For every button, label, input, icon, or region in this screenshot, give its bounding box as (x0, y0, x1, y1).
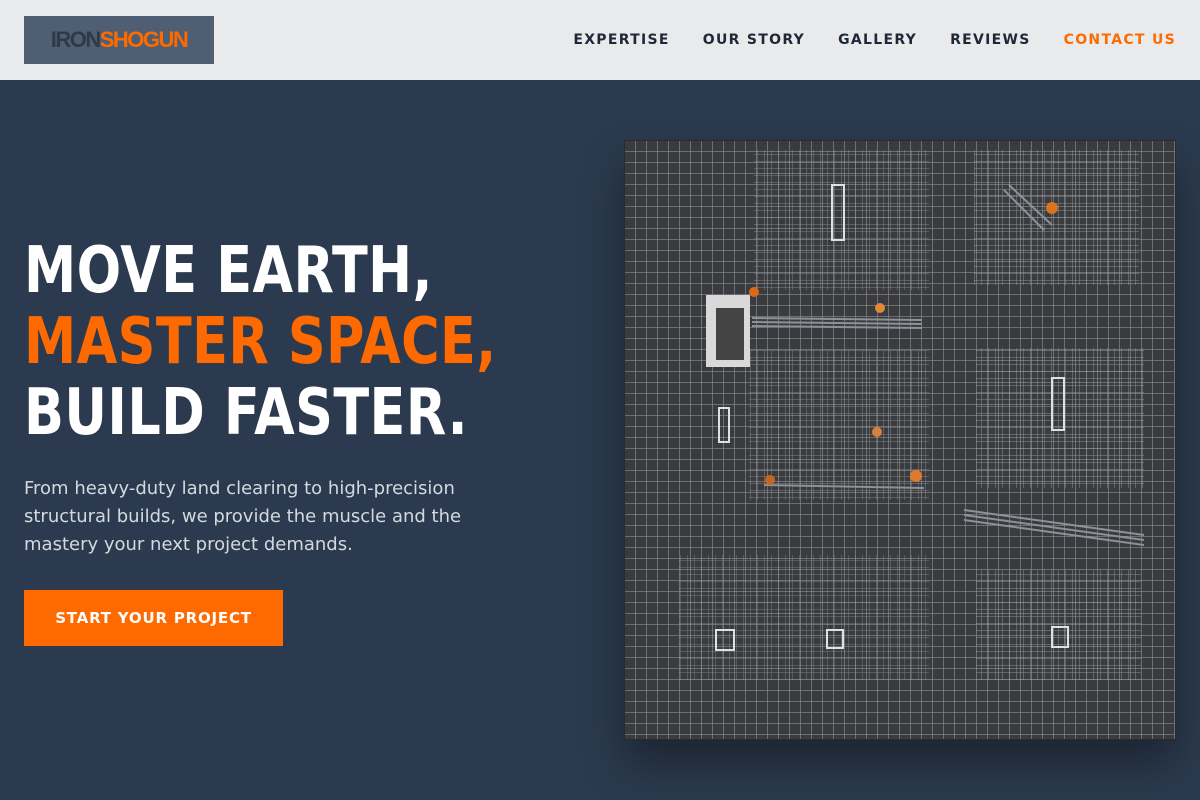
headline-line-1: MOVE EARTH, (24, 234, 433, 308)
hero-image (624, 140, 1176, 740)
hero-headline: MOVE EARTH, MASTER SPACE, BUILD FASTER. (24, 234, 497, 450)
nav-expertise[interactable]: EXPERTISE (573, 32, 669, 48)
headline-line-3: BUILD FASTER. (24, 376, 468, 450)
nav-reviews[interactable]: REVIEWS (950, 32, 1031, 48)
nav-our-story[interactable]: OUR STORY (703, 32, 805, 48)
nav-gallery[interactable]: GALLERY (838, 32, 917, 48)
logo[interactable]: IRON SHOGUN (24, 16, 214, 64)
main-nav: EXPERTISE OUR STORY GALLERY REVIEWS CONT… (573, 0, 1176, 80)
rebar-mesh-photo (624, 140, 1176, 740)
site-header: IRON SHOGUN EXPERTISE OUR STORY GALLERY R… (0, 0, 1200, 80)
nav-contact-us[interactable]: CONTACT US (1064, 32, 1176, 48)
logo-iron: IRON (50, 27, 102, 52)
hero-description: From heavy-duty land clearing to high-pr… (24, 478, 462, 555)
logo-shogun: SHOGUN (99, 27, 189, 52)
headline-line-2: MASTER SPACE, (24, 305, 497, 379)
start-project-button[interactable]: START YOUR PROJECT (24, 590, 283, 646)
